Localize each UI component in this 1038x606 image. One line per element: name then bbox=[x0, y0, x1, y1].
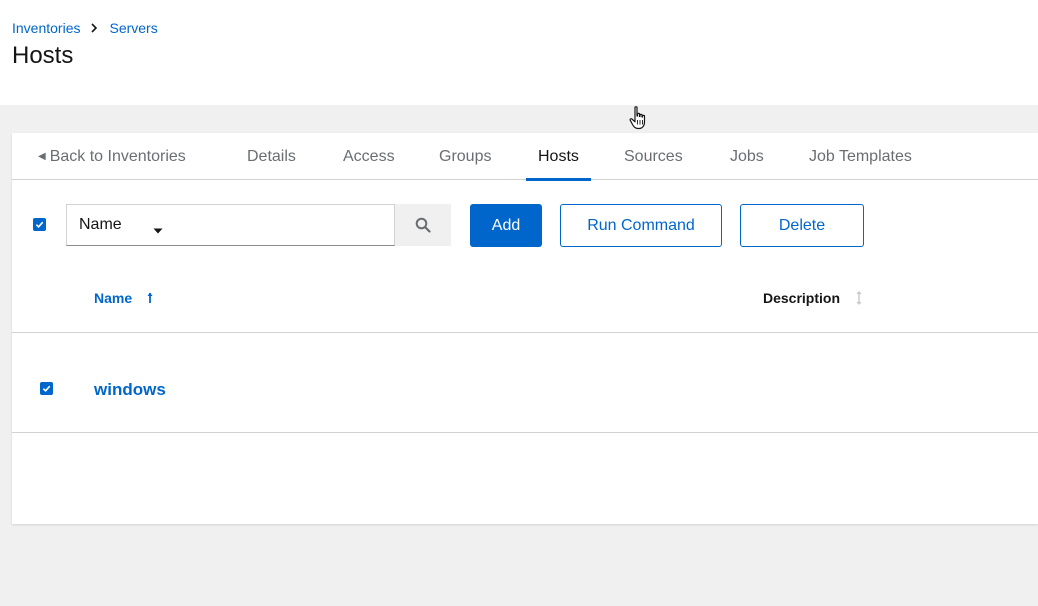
page-title: Hosts bbox=[12, 42, 74, 69]
host-name-link[interactable]: windows bbox=[94, 380, 166, 400]
select-all-checkbox[interactable] bbox=[33, 218, 46, 231]
breadcrumb-inventories[interactable]: Inventories bbox=[12, 20, 80, 36]
hosts-card: ◀ Back to Inventories Details Access Gro… bbox=[12, 133, 1038, 524]
tab-label: Access bbox=[343, 147, 395, 165]
breadcrumb: Inventories Servers bbox=[12, 18, 1026, 38]
table-row: windows bbox=[12, 333, 1038, 433]
column-header-description[interactable]: Description bbox=[763, 290, 862, 306]
long-arrow-up-icon bbox=[147, 292, 153, 304]
check-icon bbox=[42, 385, 51, 393]
tab-groups[interactable]: Groups bbox=[439, 133, 491, 180]
tab-label: Back to Inventories bbox=[49, 147, 186, 165]
check-icon bbox=[35, 221, 44, 229]
sort-icon bbox=[856, 291, 862, 305]
search-input[interactable] bbox=[181, 204, 395, 246]
toolbar: Name Add Run Command Delete bbox=[12, 180, 1038, 280]
tab-label: Hosts bbox=[538, 147, 579, 165]
table-header: Name Description bbox=[12, 278, 1038, 333]
row-checkbox[interactable] bbox=[40, 382, 53, 395]
tab-label: Details bbox=[247, 147, 296, 165]
caret-down-icon bbox=[153, 222, 163, 240]
add-button[interactable]: Add bbox=[470, 204, 542, 247]
tab-access[interactable]: Access bbox=[343, 133, 395, 180]
tab-label: Groups bbox=[439, 147, 492, 165]
search-button[interactable] bbox=[395, 204, 451, 246]
caret-left-icon: ◀ bbox=[38, 151, 46, 162]
tab-back-to-inventories[interactable]: ◀ Back to Inventories bbox=[38, 133, 186, 180]
page-header: Inventories Servers Hosts bbox=[0, 0, 1038, 105]
run-command-button[interactable]: Run Command bbox=[560, 204, 722, 247]
tab-job-templates[interactable]: Job Templates bbox=[809, 133, 912, 180]
tab-label: Job Templates bbox=[809, 147, 912, 165]
search-icon bbox=[415, 217, 431, 233]
filter-field-value: Name bbox=[79, 216, 122, 233]
delete-button[interactable]: Delete bbox=[740, 204, 864, 247]
tab-sources[interactable]: Sources bbox=[624, 133, 683, 180]
tab-details[interactable]: Details bbox=[247, 133, 296, 180]
breadcrumb-servers[interactable]: Servers bbox=[109, 20, 157, 36]
tab-label: Sources bbox=[624, 147, 683, 165]
column-header-name[interactable]: Name bbox=[94, 290, 153, 306]
tab-hosts[interactable]: Hosts bbox=[526, 133, 591, 181]
column-header-label: Description bbox=[763, 290, 841, 306]
column-header-label: Name bbox=[94, 290, 133, 306]
hand-pointer-icon bbox=[628, 106, 648, 135]
tab-label: Jobs bbox=[730, 147, 764, 165]
filter-field-select[interactable]: Name bbox=[66, 204, 182, 246]
tab-jobs[interactable]: Jobs bbox=[730, 133, 764, 180]
tab-bar: ◀ Back to Inventories Details Access Gro… bbox=[12, 133, 1038, 181]
chevron-right-icon bbox=[91, 23, 98, 33]
